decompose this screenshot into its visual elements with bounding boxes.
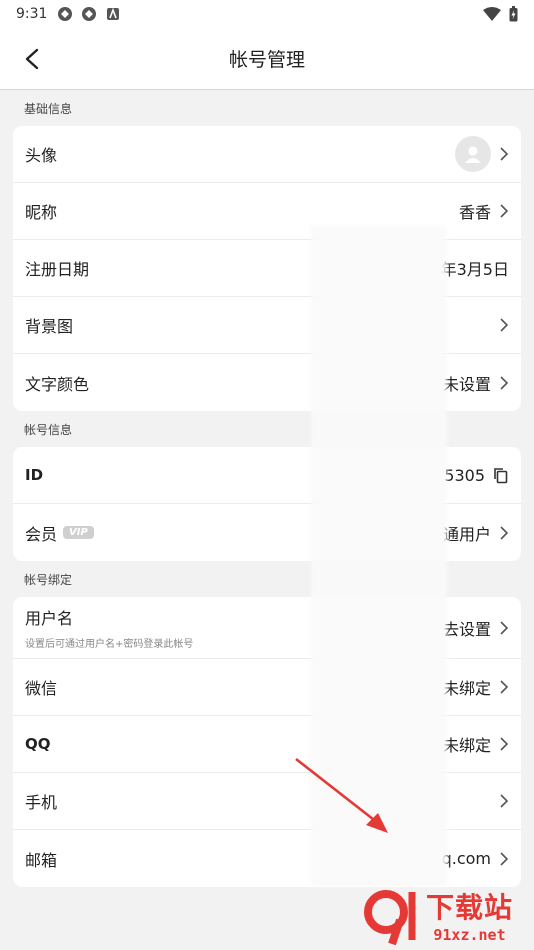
row-avatar[interactable]: 头像 xyxy=(13,126,521,183)
row-label: 用户名 xyxy=(25,609,74,628)
chevron-right-icon xyxy=(500,204,509,218)
row-label: 头像 xyxy=(25,146,58,165)
battery-icon xyxy=(509,6,518,22)
notification-icon xyxy=(58,7,73,21)
chevron-right-icon xyxy=(500,525,509,540)
chevron-right-icon xyxy=(500,851,509,866)
annotation-arrow-icon xyxy=(295,757,388,833)
back-button[interactable] xyxy=(18,45,46,73)
section-label-basic: 基础信息 xyxy=(24,101,73,116)
row-label: 昵称 xyxy=(25,203,58,222)
row-value: 5305 xyxy=(444,465,485,485)
chevron-left-icon xyxy=(25,48,39,70)
section-label-account: 帐号信息 xyxy=(24,422,73,437)
app-notification-icon xyxy=(107,7,120,20)
copy-icon[interactable] xyxy=(493,467,509,484)
row-value: 去设置 xyxy=(442,619,491,639)
row-value: 通用户 xyxy=(442,524,491,544)
vip-badge: VIP xyxy=(63,526,94,539)
chevron-right-icon xyxy=(500,737,509,751)
row-label: 背景图 xyxy=(25,317,74,336)
watermark-logo-icon xyxy=(364,890,416,946)
row-value: 年3月5日 xyxy=(440,260,509,279)
app-header: 帐号管理 xyxy=(0,28,534,90)
notification-icon xyxy=(82,7,97,21)
user-icon xyxy=(465,146,481,163)
row-label: 邮箱 xyxy=(25,850,58,870)
section-label-binding: 帐号绑定 xyxy=(24,572,73,587)
row-value: 香香 xyxy=(458,203,491,222)
row-label: 会员 xyxy=(25,524,58,544)
row-value: q.com xyxy=(441,849,491,868)
row-value: 未绑定 xyxy=(442,679,491,698)
row-value: 未绑定 xyxy=(442,736,491,755)
wifi-icon xyxy=(483,7,501,21)
status-bar: 9:31 xyxy=(0,0,534,28)
row-label: QQ xyxy=(25,735,51,753)
row-value: 未设置 xyxy=(442,374,491,394)
chevron-right-icon xyxy=(500,375,509,390)
chevron-right-icon xyxy=(500,318,509,332)
status-time: 9:31 xyxy=(16,6,48,22)
watermark-text: 下载站 xyxy=(426,891,514,924)
row-label: 注册日期 xyxy=(25,260,90,279)
chevron-right-icon xyxy=(500,680,509,694)
site-watermark: 下载站 91xz.net xyxy=(362,884,532,946)
row-hint: 设置后可通过用户名+密码登录此帐号 xyxy=(25,639,194,650)
chevron-right-icon xyxy=(500,620,509,635)
row-label: 微信 xyxy=(25,679,58,698)
watermark-url: 91xz.net xyxy=(433,926,506,944)
page-title: 帐号管理 xyxy=(228,49,305,71)
row-label: 文字颜色 xyxy=(25,374,90,394)
row-label: 手机 xyxy=(25,793,58,812)
chevron-right-icon xyxy=(500,794,509,808)
avatar xyxy=(455,136,491,172)
chevron-right-icon xyxy=(500,147,509,161)
row-label: ID xyxy=(25,466,44,484)
